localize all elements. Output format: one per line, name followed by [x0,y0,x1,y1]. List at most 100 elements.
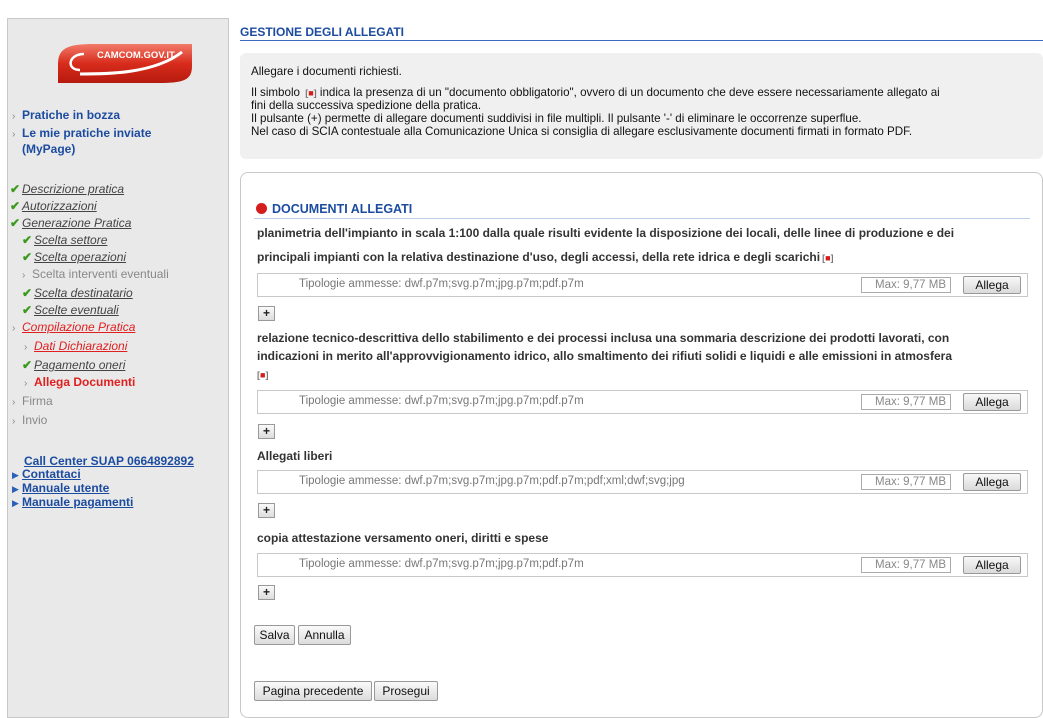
step-label: Scelta operazioni [34,250,127,264]
step-scelta-operazioni[interactable]: ✔ Scelta operazioni [22,250,230,264]
nav-drafts-label: Pratiche in bozza [22,108,121,122]
step-pagamento-oneri[interactable]: ✔ Pagamento oneri [22,358,230,372]
allowed-types: Tipologie ammesse: dwf.p7m;svg.p7m;jpg.p… [299,278,584,290]
allega-button[interactable]: Allega [963,276,1021,294]
add-file-button[interactable]: + [258,306,275,321]
manuale-pagamenti-label: Manuale pagamenti [22,495,134,509]
contattaci-link[interactable]: ▶ Contattaci [12,467,230,482]
upload-row: Tipologie ammesse: dwf.p7m;svg.p7m;jpg.p… [257,273,1028,297]
continue-button[interactable]: Prosegui [374,681,438,701]
max-size-field: Max: 9,77 MB [861,277,951,293]
arrow-right-icon: › [12,397,16,408]
step-autorizzazioni[interactable]: ✔ Autorizzazioni [10,199,230,213]
step-scelte-eventuali[interactable]: ✔ Scelte eventuali [22,303,230,317]
allowed-types: Tipologie ammesse: dwf.p7m;svg.p7m;jpg.p… [299,475,685,487]
camcom-logo-icon [58,44,192,83]
triangle-right-icon: ▶ [12,498,19,508]
info-text: indica la presenza di un "documento obbl… [319,86,940,99]
step-scelta-interventi: › Scelta interventi eventuali [22,267,230,283]
top-links: › Pratiche in bozza › Le mie pratiche invi… [8,108,230,156]
max-size-field: Max: 9,77 MB [861,557,951,573]
document-title-line: planimetria dell'impianto in scala 1:100… [257,226,955,240]
step-scelta-settore[interactable]: ✔ Scelta settore [22,233,230,247]
check-icon: ✔ [22,250,33,264]
step-generazione[interactable]: ✔ Generazione Pratica [10,216,230,230]
step-label: Descrizione pratica [22,182,125,196]
save-button[interactable]: Salva [254,625,295,645]
allega-button[interactable]: Allega [963,556,1021,574]
call-center-link[interactable]: Call Center SUAP 0664892892 [24,454,230,468]
document-title-line: copia attestazione versamento oneri, dir… [257,531,549,545]
upload-row: Tipologie ammesse: dwf.p7m;svg.p7m;jpg.p… [257,390,1028,414]
document-title-line: principali impianti con la relativa dest… [257,248,1027,267]
manuale-pagamenti-link[interactable]: ▶ Manuale pagamenti [12,495,230,510]
step-label: Pagamento oneri [34,358,126,372]
bottom-links: Call Center SUAP 0664892892 ▶ Contattaci … [8,454,230,510]
triangle-right-icon: ▶ [12,470,19,480]
document-title-line: relazione tecnico-descrittiva dello stab… [257,331,950,345]
previous-page-button[interactable]: Pagina precedente [254,681,372,701]
document-title-text: principali impianti con la relativa dest… [257,250,821,264]
info-text: Il simbolo [251,86,300,99]
title-divider [240,40,1043,41]
step-firma: › Firma [12,394,230,410]
upload-row: Tipologie ammesse: dwf.p7m;svg.p7m;jpg.p… [257,553,1028,577]
add-file-button[interactable]: + [258,585,275,600]
check-icon: ✔ [10,182,21,196]
arrow-right-icon: › [22,270,26,281]
check-icon: ✔ [22,358,33,372]
camcom-logo[interactable]: CAMCOM.GOV.IT [54,40,196,86]
step-label: Dati Dichiarazioni [34,339,128,353]
arrow-right-icon: › [12,416,16,427]
document-title: copia attestazione versamento oneri, dir… [257,529,1027,547]
check-icon: ✔ [10,199,21,213]
call-center-label: Call Center SUAP 0664892892 [24,454,194,468]
check-icon: ✔ [22,303,33,317]
nav-drafts[interactable]: › Pratiche in bozza [12,108,230,124]
add-file-button[interactable]: + [258,424,275,439]
document-title: relazione tecnico-descrittiva dello stab… [257,329,1027,384]
section-divider [254,218,1030,219]
step-label: Compilazione Pratica [22,320,136,334]
arrow-right-icon: › [24,342,28,353]
add-file-button[interactable]: + [258,503,275,518]
check-icon: ✔ [10,216,21,230]
step-scelta-destinatario[interactable]: ✔ Scelta destinatario [22,286,230,300]
document-title-line: indicazioni in merito all'approvvigionam… [257,349,952,363]
sidebar: CAMCOM.GOV.IT › Pratiche in bozza › Le mie… [7,18,229,718]
document-title: Allegati liberi [257,447,1027,465]
nav-mypage[interactable]: (MyPage) [22,142,230,156]
step-label: Invio [22,413,48,427]
step-label: Allega Documenti [34,375,136,389]
step-dati-dichiarazioni[interactable]: › Dati Dichiarazioni [24,339,230,355]
info-box: Allegare i documenti richiesti. Il simbo… [240,53,1043,159]
allega-button[interactable]: Allega [963,473,1021,491]
step-label: Generazione Pratica [22,216,132,230]
step-descrizione[interactable]: ✔ Descrizione pratica [10,182,230,196]
arrow-right-icon: › [12,323,16,334]
step-allega-documenti[interactable]: › Allega Documenti [24,375,230,391]
nav-mypage-label: (MyPage) [22,142,76,156]
logo-text: CAMCOM.GOV.IT [97,50,175,61]
step-label: Scelta destinatario [34,286,133,300]
arrow-right-icon: › [12,111,16,122]
step-label: Scelta interventi eventuali [32,267,169,281]
contattaci-label: Contattaci [22,467,81,481]
step-label: Firma [22,394,53,408]
nav-sent[interactable]: › Le mie pratiche inviate [12,126,230,142]
check-icon: ✔ [22,233,33,247]
required-marker-icon: [■] [257,370,269,380]
arrow-right-icon: › [24,378,28,389]
allega-button[interactable]: Allega [963,393,1021,411]
upload-row: Tipologie ammesse: dwf.p7m;svg.p7m;jpg.p… [257,470,1028,494]
manuale-utente-link[interactable]: ▶ Manuale utente [12,481,230,496]
step-compilazione[interactable]: › Compilazione Pratica [12,320,230,336]
step-label: Scelte eventuali [34,303,119,317]
triangle-right-icon: ▶ [12,484,19,494]
step-label: Scelta settore [34,233,108,247]
max-size-field: Max: 9,77 MB [861,394,951,410]
cancel-button[interactable]: Annulla [298,625,351,645]
info-line: fini della successiva spedizione della p… [251,99,482,112]
info-line: Il pulsante (+) permette di allegare doc… [251,112,862,125]
check-icon: ✔ [22,286,33,300]
